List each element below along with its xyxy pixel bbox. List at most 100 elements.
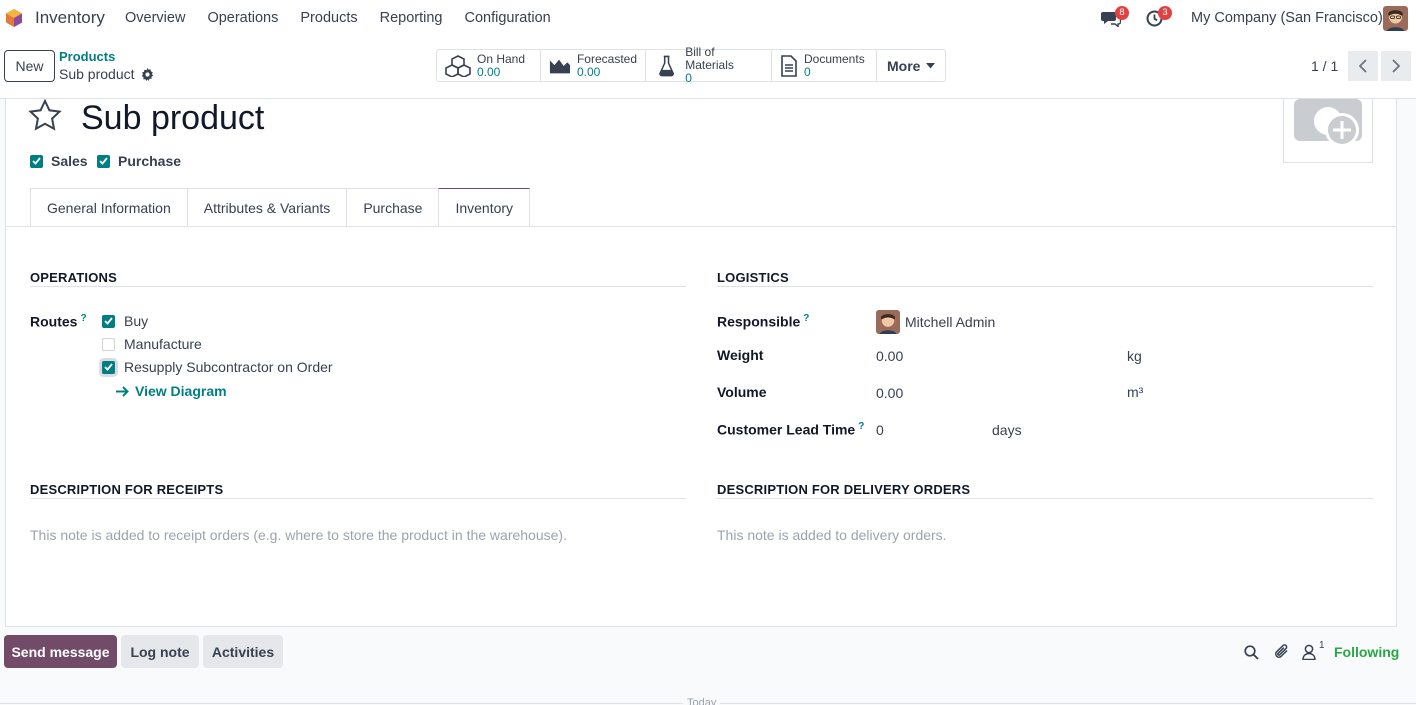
tab-attributes-variants[interactable]: Attributes & Variants [186,188,348,226]
routes-label: Routes? [30,313,87,330]
weight-label: Weight [717,347,764,363]
app-logo-icon[interactable] [4,8,24,28]
paperclip-icon[interactable] [1274,643,1290,660]
sales-label: Sales [51,153,88,169]
sales-checkbox[interactable] [30,154,43,168]
on-hand-label: On Hand [477,51,526,66]
can-be-sold-option[interactable]: Sales [30,153,88,169]
smart-buttons: On Hand 0.00 Forecasted 0.00 Bill of Mater… [436,46,947,85]
customer-lead-time-input[interactable]: 0 [876,422,884,438]
route-buy-checkbox[interactable] [102,314,115,328]
routes-help-icon[interactable]: ? [80,313,86,324]
chevron-right-icon [1392,59,1400,73]
volume-input[interactable]: 0.00 [876,385,903,401]
on-hand-value: 0.00 [477,64,501,79]
bom-label: Bill of Materials [685,45,734,72]
company-switcher[interactable]: My Company (San Francisco) [1191,10,1383,26]
product-image[interactable] [1283,99,1373,163]
cubes-icon [445,54,471,77]
lead-time-help-icon[interactable]: ? [858,421,864,432]
menu-reporting[interactable]: Reporting [380,10,443,26]
can-be-purchased-option[interactable]: Purchase [97,153,181,169]
menu-configuration[interactable]: Configuration [464,10,550,26]
top-navbar: Inventory Overview Operations Products R… [0,0,1416,37]
responsible-label: Responsible? [717,313,809,330]
chatter: Send message Log note Activities 1 Follo… [0,627,1416,705]
breadcrumb-current: Sub product [59,66,154,82]
app-title[interactable]: Inventory [35,8,105,28]
route-manufacture-checkbox[interactable] [102,337,115,351]
menu-operations[interactable]: Operations [207,10,278,26]
route-resupply-subcontractor[interactable]: Resupply Subcontractor on Order [102,359,333,375]
bill-of-materials-button[interactable]: Bill of Materials 0 [646,46,772,85]
delivery-rule [717,498,1373,499]
documents-label: Documents [804,51,865,66]
responsible-value: Mitchell Admin [905,314,996,330]
arrow-right-icon [116,385,129,397]
route-resupply-checkbox[interactable] [102,360,115,374]
responsible-avatar [876,310,900,334]
log-note-button[interactable]: Log note [121,635,199,668]
delivery-title: DESCRIPTION FOR DELIVERY ORDERS [717,482,971,497]
tab-general-information[interactable]: General Information [30,188,188,226]
weight-unit: kg [1127,348,1142,364]
volume-label: Volume [717,384,767,400]
forecasted-value: 0.00 [576,64,601,79]
search-icon[interactable] [1244,645,1259,660]
breadcrumb-products[interactable]: Products [59,49,115,64]
notebook-tabs: General Information Attributes & Variant… [30,188,531,227]
view-diagram-label: View Diagram [135,383,227,399]
more-button[interactable]: More [877,50,945,81]
activities-button[interactable]: Activities [203,635,283,668]
forecasted-label: Forecasted [576,51,637,66]
pager-next-button[interactable] [1381,51,1411,81]
menu-overview[interactable]: Overview [125,10,185,26]
delivery-description-input[interactable]: This note is added to delivery orders. [717,527,947,543]
receipts-description-input[interactable]: This note is added to receipt orders (e.… [30,527,567,543]
breadcrumb-current-label: Sub product [59,66,135,82]
new-button[interactable]: New [4,50,55,82]
messages-badge: 8 [1115,6,1129,20]
route-buy[interactable]: Buy [102,313,148,329]
documents-value: 0 [804,64,811,79]
send-message-button[interactable]: Send message [4,635,117,668]
logistics-title: LOGISTICS [717,270,789,285]
today-label: Today [683,697,721,705]
customer-lead-time-unit: days [992,422,1022,438]
on-hand-button[interactable]: On Hand 0.00 [437,50,541,81]
following-button[interactable]: Following [1334,644,1399,660]
receipts-rule [30,498,686,499]
purchase-label: Purchase [118,153,182,169]
responsible-field[interactable]: Mitchell Admin [876,310,995,334]
forecasted-button[interactable]: Forecasted 0.00 [541,50,646,81]
menu-products[interactable]: Products [300,10,357,26]
document-icon [781,54,797,77]
pager-value[interactable]: 1 / 1 [1311,58,1338,74]
view-diagram-link[interactable]: View Diagram [116,383,227,399]
routes-label-text: Routes [30,313,78,330]
control-panel: New Products Sub product On Hand 0.00 For… [0,37,1416,99]
weight-input[interactable]: 0.00 [876,348,903,364]
more-label: More [887,57,921,74]
documents-button[interactable]: Documents 0 [772,50,877,81]
check-icon [99,157,108,165]
pager-previous-button[interactable] [1348,51,1378,81]
route-resupply-label: Resupply Subcontractor on Order [124,359,333,375]
route-manufacture[interactable]: Manufacture [102,336,202,352]
area-chart-icon [549,59,571,73]
purchase-checkbox[interactable] [97,154,110,168]
user-avatar-icon [1383,6,1408,31]
activities-badge: 3 [1158,6,1172,20]
add-image-icon [1294,99,1362,147]
favorite-star-icon[interactable] [28,99,62,131]
responsible-help-icon[interactable]: ? [803,313,809,324]
user-avatar[interactable] [1383,6,1408,31]
check-icon [104,317,113,325]
product-name[interactable]: Sub product [81,99,264,138]
tab-inventory[interactable]: Inventory [438,188,531,227]
tab-purchase[interactable]: Purchase [346,188,440,226]
followers-count: 1 [1319,640,1325,651]
followers-icon[interactable] [1302,644,1316,660]
gear-icon[interactable] [141,67,154,81]
tab-divider [6,226,1396,227]
